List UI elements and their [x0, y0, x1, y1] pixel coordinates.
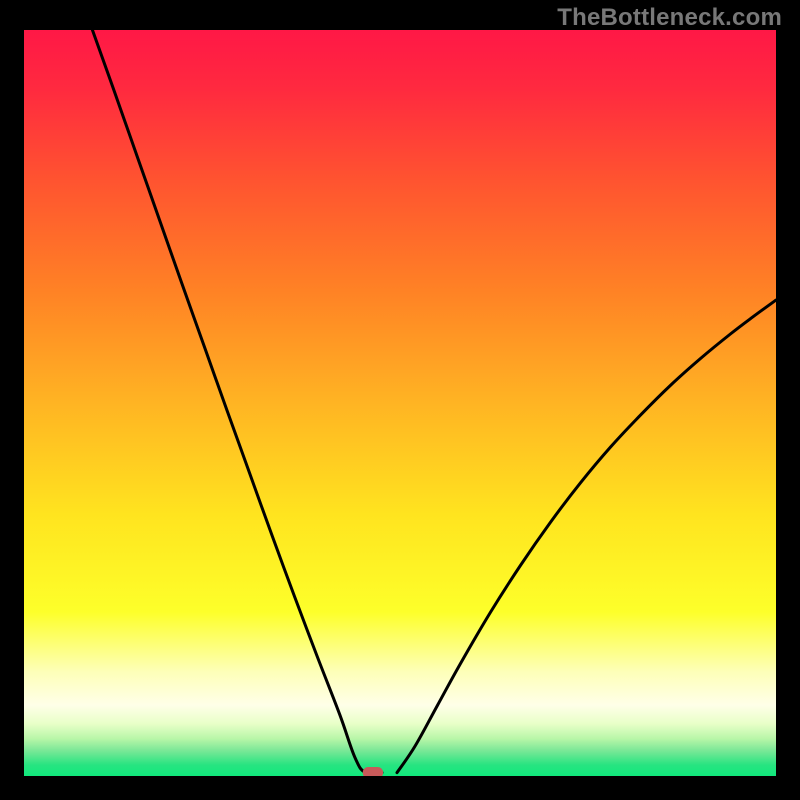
gradient-background: [24, 30, 776, 776]
min-marker: [363, 767, 383, 776]
chart-svg: [24, 30, 776, 776]
chart-frame: TheBottleneck.com: [0, 0, 800, 800]
plot-area: [24, 30, 776, 776]
watermark-text: TheBottleneck.com: [557, 4, 782, 32]
